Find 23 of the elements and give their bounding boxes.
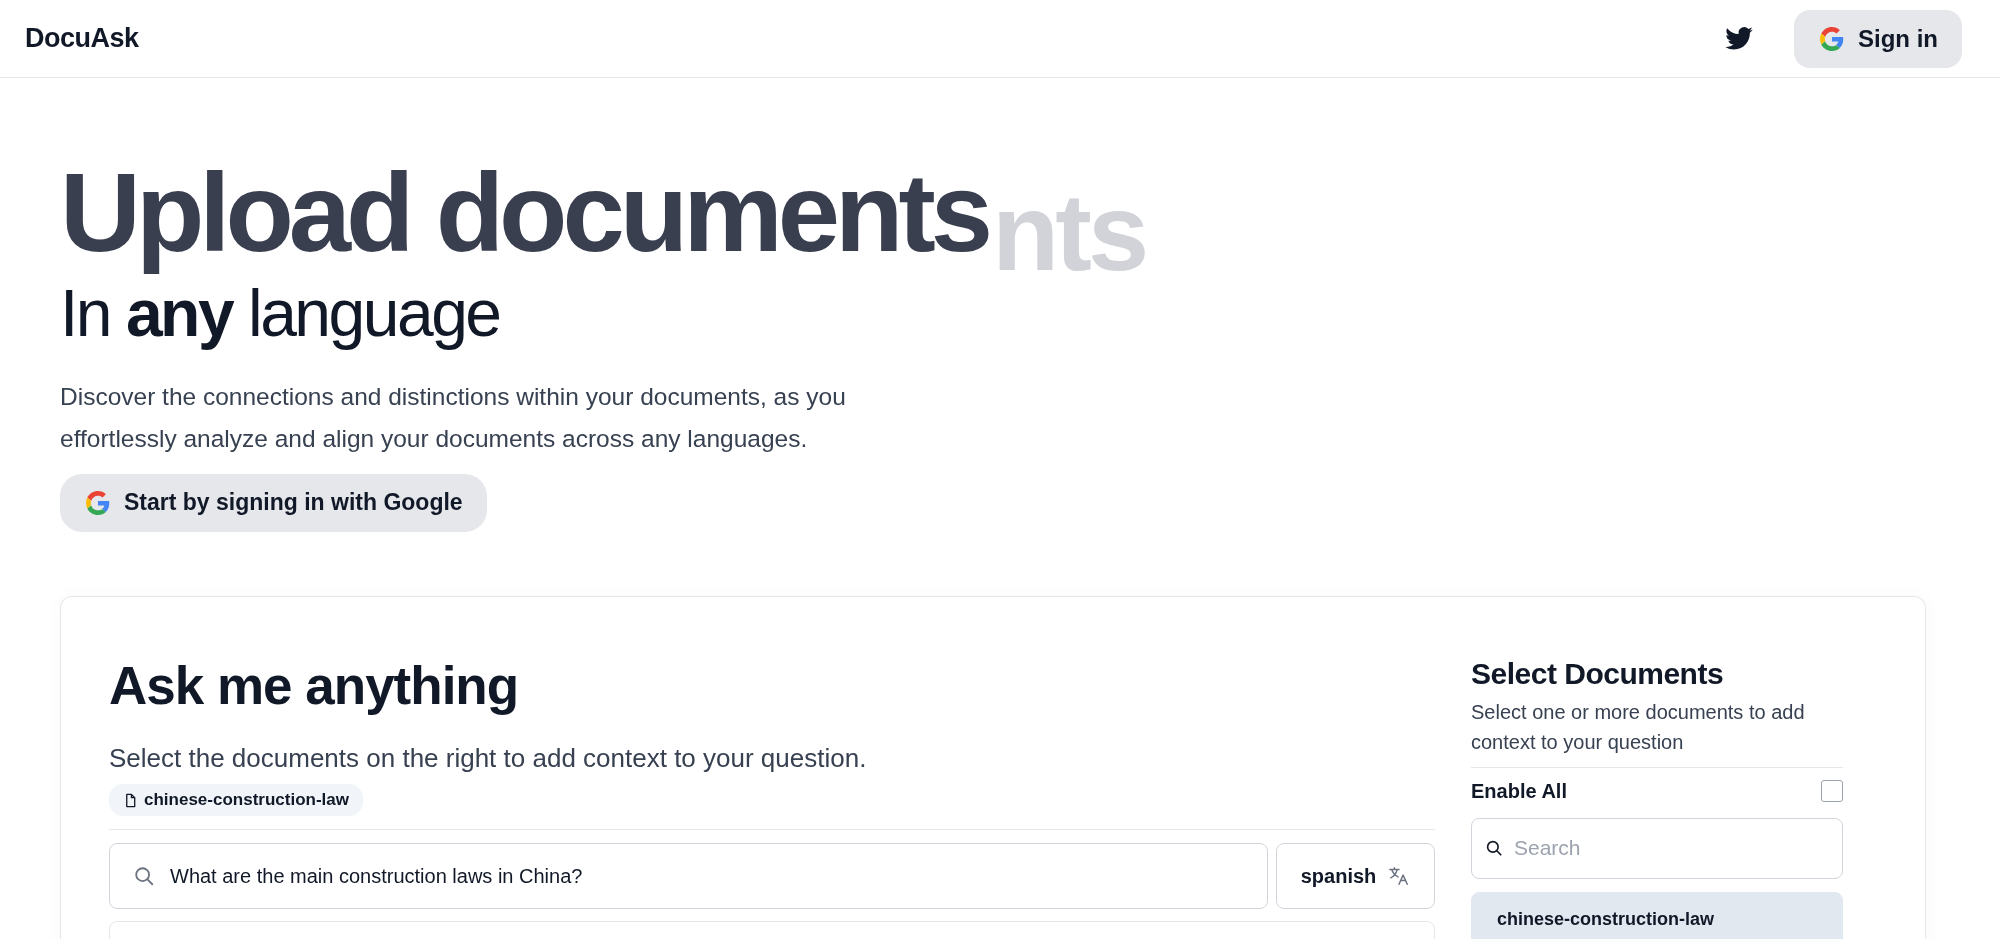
- google-icon: [1820, 26, 1844, 51]
- document-chip[interactable]: chinese-construction-law: [109, 784, 363, 817]
- document-item[interactable]: chinese-construction-law: [1471, 891, 1843, 939]
- documents-title: Select Documents: [1471, 656, 1725, 691]
- documents-description: Select one or more documents to add context to your question: [1471, 699, 1806, 755]
- logo[interactable]: DocuAsk: [25, 23, 139, 54]
- ask-hint: Select the documents on the right to add context to your question.: [109, 743, 868, 775]
- ask-title: Ask me anything: [109, 656, 520, 716]
- headline: Upload documents: [60, 149, 989, 277]
- enable-all-label: Enable All: [1471, 779, 1567, 803]
- search-icon: [133, 865, 155, 888]
- sign-in-button[interactable]: Sign in: [1794, 9, 1962, 68]
- enable-all-checkbox[interactable]: [1821, 780, 1843, 803]
- file-icon: [123, 792, 138, 808]
- translate-icon: [1388, 865, 1411, 888]
- language-button[interactable]: spanish: [1276, 843, 1435, 910]
- question-field[interactable]: What are the main construction laws in China?: [109, 843, 1268, 910]
- subheadline: In any language: [60, 276, 501, 352]
- search-field[interactable]: Search: [1471, 817, 1843, 879]
- search-icon: [1485, 838, 1503, 857]
- google-icon: [86, 490, 110, 515]
- google-sign-in-button[interactable]: Start by signing in with Google: [60, 473, 487, 532]
- description: Discover the connections and distinctions within your documents, as you effortlessly analyze and align your documents across any languages.: [60, 381, 847, 454]
